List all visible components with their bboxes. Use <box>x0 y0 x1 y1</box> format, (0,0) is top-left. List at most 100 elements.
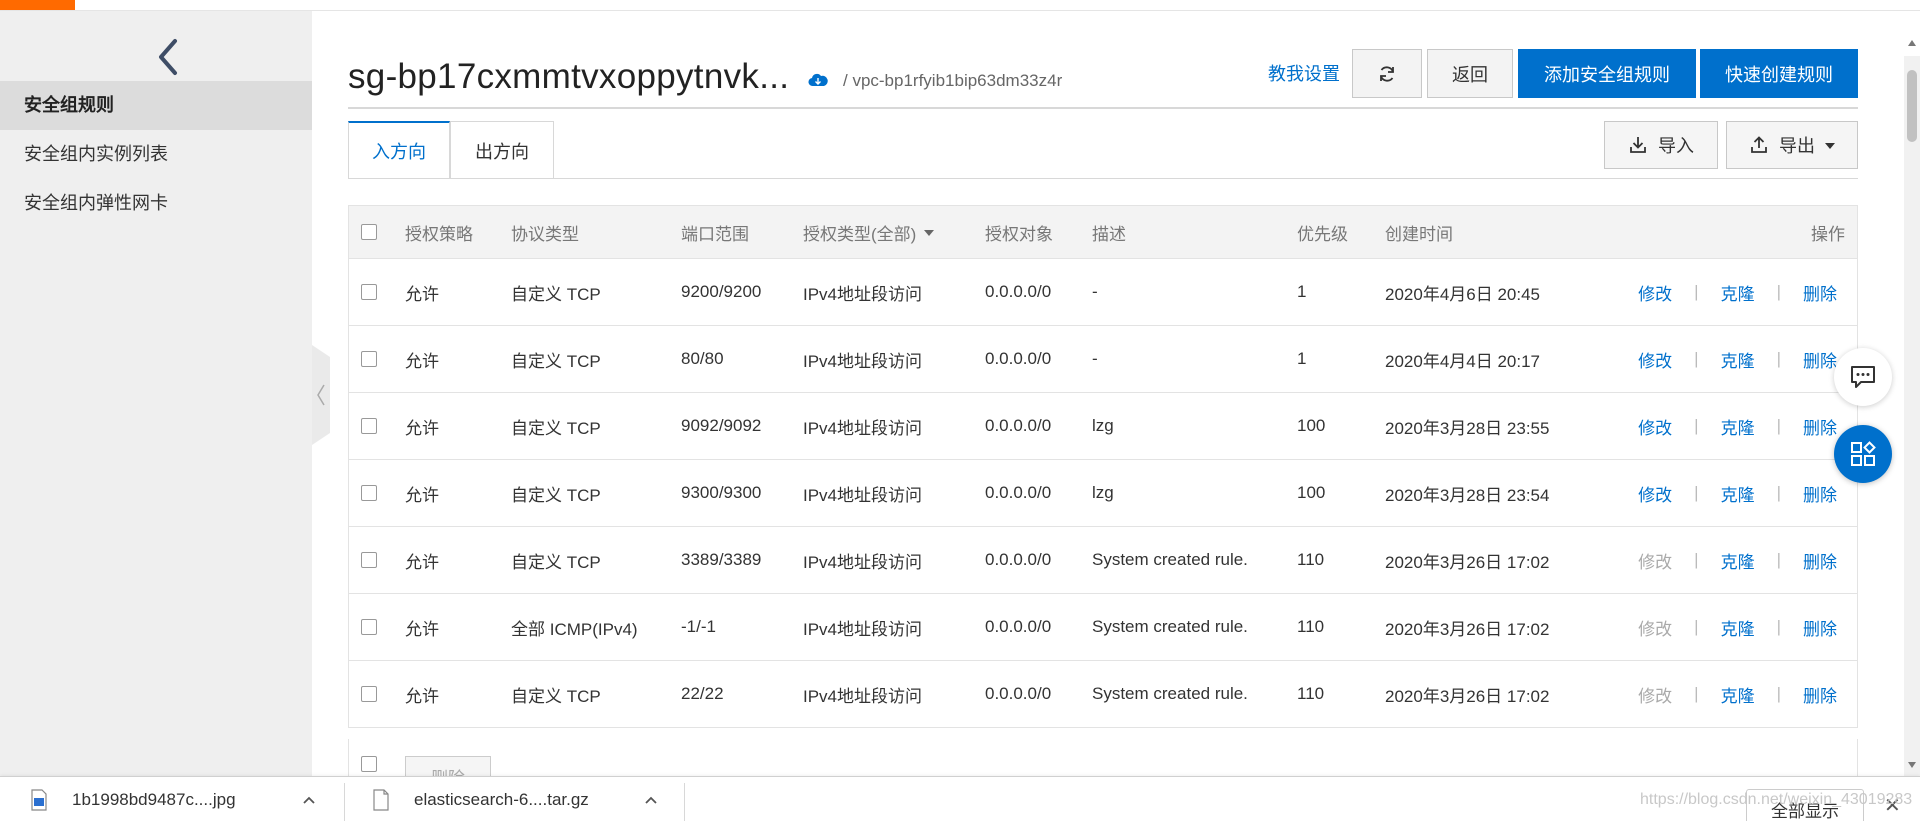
delete-link[interactable]: 删除 <box>1803 615 1837 640</box>
clone-link[interactable]: 克隆 <box>1721 548 1755 573</box>
cell-protocol: 自定义 TCP <box>511 485 601 505</box>
row-actions: 修改 | 克隆 | 删除 <box>1638 661 1837 727</box>
delete-link[interactable]: 删除 <box>1803 414 1837 439</box>
divider: | <box>1694 617 1699 636</box>
chevron-up-icon[interactable] <box>644 795 658 805</box>
select-all-checkbox[interactable] <box>361 224 377 240</box>
row-checkbox[interactable] <box>361 552 377 568</box>
cell-protocol: 自定义 TCP <box>511 351 601 371</box>
chat-button[interactable] <box>1834 348 1892 406</box>
row-checkbox[interactable] <box>361 485 377 501</box>
clone-link[interactable]: 克隆 <box>1721 280 1755 305</box>
row-checkbox[interactable] <box>361 418 377 434</box>
apps-button[interactable] <box>1834 425 1892 483</box>
cell-priority: 110 <box>1297 617 1325 636</box>
cell-policy: 允许 <box>405 485 439 505</box>
cell-target: 0.0.0.0/0 <box>985 349 1052 368</box>
col-priority: 优先级 <box>1297 224 1348 244</box>
import-button[interactable]: 导入 <box>1604 121 1718 169</box>
cell-auth-type: IPv4地址段访问 <box>803 351 923 371</box>
clone-link[interactable]: 克隆 <box>1721 414 1755 439</box>
back-button[interactable] <box>148 29 188 85</box>
row-checkbox[interactable] <box>361 686 377 702</box>
cell-created: 2020年3月28日 23:55 <box>1385 418 1550 438</box>
top-bar <box>0 0 1920 11</box>
table-header: 授权策略 协议类型 端口范围 授权类型(全部) 授权对象 描述 优先级 创建时间… <box>349 206 1857 259</box>
row-actions: 修改 | 克隆 | 删除 <box>1638 326 1837 392</box>
download-item[interactable]: 1b1998bd9487c....jpg <box>30 777 236 821</box>
edit-link[interactable]: 修改 <box>1638 481 1672 506</box>
brand-accent <box>0 0 75 10</box>
delete-link[interactable]: 删除 <box>1803 481 1837 506</box>
clone-link[interactable]: 克隆 <box>1721 347 1755 372</box>
cell-desc: - <box>1092 282 1098 301</box>
delete-link[interactable]: 删除 <box>1803 548 1837 573</box>
row-checkbox[interactable] <box>361 619 377 635</box>
caret-down-icon <box>1825 143 1835 149</box>
chevron-up-icon[interactable] <box>302 795 316 805</box>
edit-link[interactable]: 修改 <box>1638 414 1672 439</box>
edit-link[interactable]: 修改 <box>1638 280 1672 305</box>
cell-policy: 允许 <box>405 284 439 304</box>
row-actions: 修改 | 克隆 | 删除 <box>1638 594 1837 660</box>
cell-port: -1/-1 <box>681 617 716 636</box>
clone-link[interactable]: 克隆 <box>1721 615 1755 640</box>
edit-link: 修改 <box>1638 619 1673 639</box>
setup-guide-link[interactable]: 教我设置 <box>1268 60 1340 86</box>
cell-protocol: 自定义 TCP <box>511 686 601 706</box>
cell-desc: - <box>1092 349 1098 368</box>
return-button[interactable]: 返回 <box>1427 49 1513 98</box>
refresh-button[interactable] <box>1352 49 1422 98</box>
cell-auth-type: IPv4地址段访问 <box>803 552 923 572</box>
download-bar: 1b1998bd9487c....jpg elasticsearch-6....… <box>0 776 1920 821</box>
sidebar-item-eni[interactable]: 安全组内弹性网卡 <box>0 179 312 228</box>
cell-created: 2020年3月26日 17:02 <box>1385 686 1550 706</box>
divider: | <box>1776 416 1781 435</box>
import-label: 导入 <box>1658 136 1694 156</box>
col-auth-type-filter[interactable]: 授权类型(全部) <box>803 206 935 258</box>
scroll-down-arrow-icon[interactable] <box>1908 762 1916 768</box>
row-checkbox[interactable] <box>361 284 377 300</box>
download-item[interactable]: elasticsearch-6....tar.gz <box>372 777 589 821</box>
edit-link: 修改 <box>1638 552 1673 572</box>
vpc-breadcrumb[interactable]: / vpc-bp1rfyib1bip63dm33z4r <box>843 71 1062 91</box>
refresh-icon <box>1380 65 1394 82</box>
table-row: 允许 自定义 TCP 9092/9092 IPv4地址段访问 0.0.0.0/0 lzg 1… <box>349 393 1857 460</box>
scrollbar-thumb[interactable] <box>1907 70 1917 142</box>
edit-link[interactable]: 修改 <box>1638 347 1672 372</box>
cell-port: 3389/3389 <box>681 550 762 569</box>
footer-select-all-checkbox[interactable] <box>361 756 377 772</box>
export-dropdown[interactable]: 导出 <box>1726 121 1858 169</box>
tab-inbound[interactable]: 入方向 <box>348 121 450 179</box>
sidebar-item-security-rules[interactable]: 安全组规则 <box>0 81 312 130</box>
cell-created: 2020年4月6日 20:45 <box>1385 284 1540 304</box>
clone-link[interactable]: 克隆 <box>1721 481 1755 506</box>
upload-icon <box>1751 136 1767 153</box>
scroll-up-arrow-icon[interactable] <box>1908 40 1916 46</box>
cell-auth-type: IPv4地址段访问 <box>803 485 923 505</box>
page-title: sg-bp17cxmmtvxoppytnvk... <box>348 57 790 96</box>
chevron-left-icon <box>317 384 325 406</box>
cell-desc: System created rule. <box>1092 550 1248 569</box>
col-desc: 描述 <box>1092 224 1126 244</box>
delete-link[interactable]: 删除 <box>1803 682 1837 707</box>
cell-protocol: 自定义 TCP <box>511 284 601 304</box>
cell-created: 2020年4月4日 20:17 <box>1385 351 1540 371</box>
cell-policy: 允许 <box>405 686 439 706</box>
clone-link[interactable]: 克隆 <box>1721 682 1755 707</box>
delete-link[interactable]: 删除 <box>1803 347 1837 372</box>
tab-outbound[interactable]: 出方向 <box>450 121 554 179</box>
page-scrollbar[interactable] <box>1904 56 1920 776</box>
quick-create-button[interactable]: 快速创建规则 <box>1700 49 1858 98</box>
col-protocol: 协议类型 <box>511 224 579 244</box>
cell-auth-type: IPv4地址段访问 <box>803 686 923 706</box>
row-checkbox[interactable] <box>361 351 377 367</box>
delete-link[interactable]: 删除 <box>1803 280 1837 305</box>
apps-grid-icon <box>1851 441 1876 466</box>
cell-port: 22/22 <box>681 684 724 703</box>
sidebar-collapse-handle[interactable] <box>312 345 330 445</box>
sidebar-item-instances[interactable]: 安全组内实例列表 <box>0 130 312 179</box>
col-created: 创建时间 <box>1385 224 1453 244</box>
add-rule-button[interactable]: 添加安全组规则 <box>1518 49 1696 98</box>
divider: | <box>1694 684 1699 703</box>
